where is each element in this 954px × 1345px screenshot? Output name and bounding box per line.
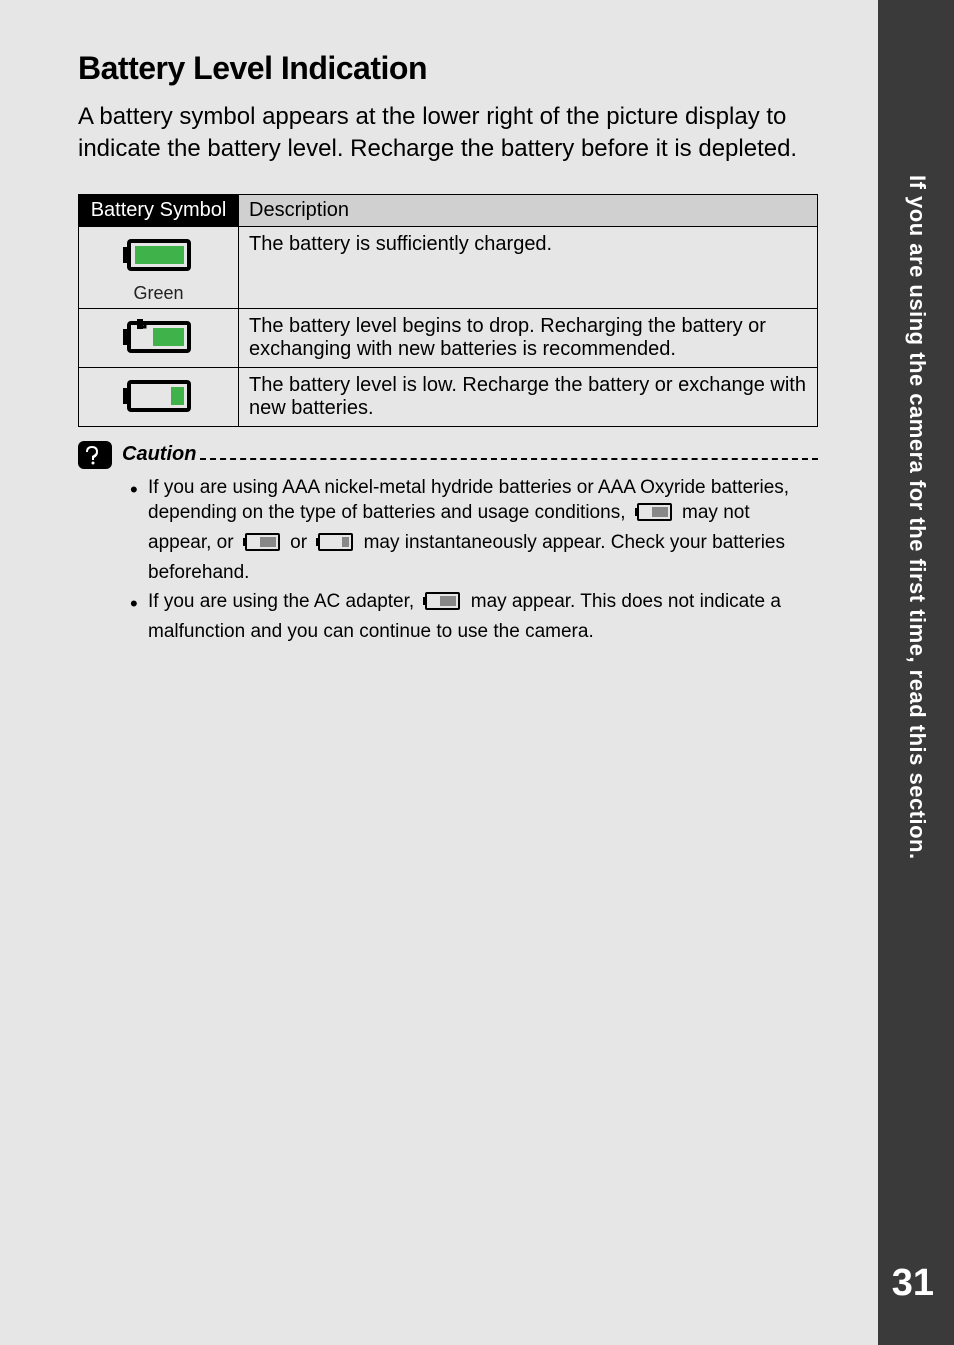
bullet-text: or	[290, 532, 312, 553]
page-title: Battery Level Indication	[78, 50, 818, 87]
col-header-description: Description	[239, 194, 818, 226]
battery-table: Battery Symbol Description Green The bat…	[78, 194, 818, 427]
desc-cell: The battery level begins to drop. Rechar…	[239, 308, 818, 367]
caution-header: Caution	[78, 441, 818, 469]
table-header-row: Battery Symbol Description	[79, 194, 818, 226]
intro-paragraph: A battery symbol appears at the lower ri…	[78, 101, 818, 166]
battery-inline-low-icon	[316, 532, 354, 560]
side-tab: If you are using the camera for the firs…	[878, 0, 954, 1345]
battery-mid-icon	[123, 317, 195, 363]
desc-cell: The battery level is low. Recharge the b…	[239, 367, 818, 426]
caution-bullets: If you are using AAA nickel-metal hydrid…	[78, 475, 818, 645]
col-header-symbol: Battery Symbol	[79, 194, 239, 226]
caution-dashes	[200, 458, 818, 460]
list-item: If you are using the AC adapter, may app…	[148, 589, 818, 644]
table-row: Green The battery is sufficiently charge…	[79, 226, 818, 308]
caution-icon	[78, 441, 112, 469]
symbol-label-green: Green	[83, 283, 234, 304]
battery-inline-mid-icon	[635, 502, 673, 530]
desc-cell: The battery is sufficiently charged.	[239, 226, 818, 308]
list-item: If you are using AAA nickel-metal hydrid…	[148, 475, 818, 586]
battery-inline-mid-icon	[423, 591, 461, 619]
battery-low-icon	[123, 376, 195, 422]
battery-full-icon	[123, 235, 195, 281]
battery-inline-mid-icon	[243, 532, 281, 560]
content-area: Battery Level Indication A battery symbo…	[0, 0, 878, 645]
symbol-cell-mid	[79, 308, 239, 367]
table-row: The battery level is low. Recharge the b…	[79, 367, 818, 426]
page-number: 31	[892, 1262, 934, 1305]
table-row: The battery level begins to drop. Rechar…	[79, 308, 818, 367]
side-tab-text: If you are using the camera for the firs…	[904, 175, 930, 860]
bullet-text: If you are using the AC adapter,	[148, 591, 419, 612]
symbol-cell-full: Green	[79, 226, 239, 308]
page-content: Battery Level Indication A battery symbo…	[0, 0, 878, 1345]
caution-label: Caution	[122, 443, 196, 466]
symbol-cell-low	[79, 367, 239, 426]
